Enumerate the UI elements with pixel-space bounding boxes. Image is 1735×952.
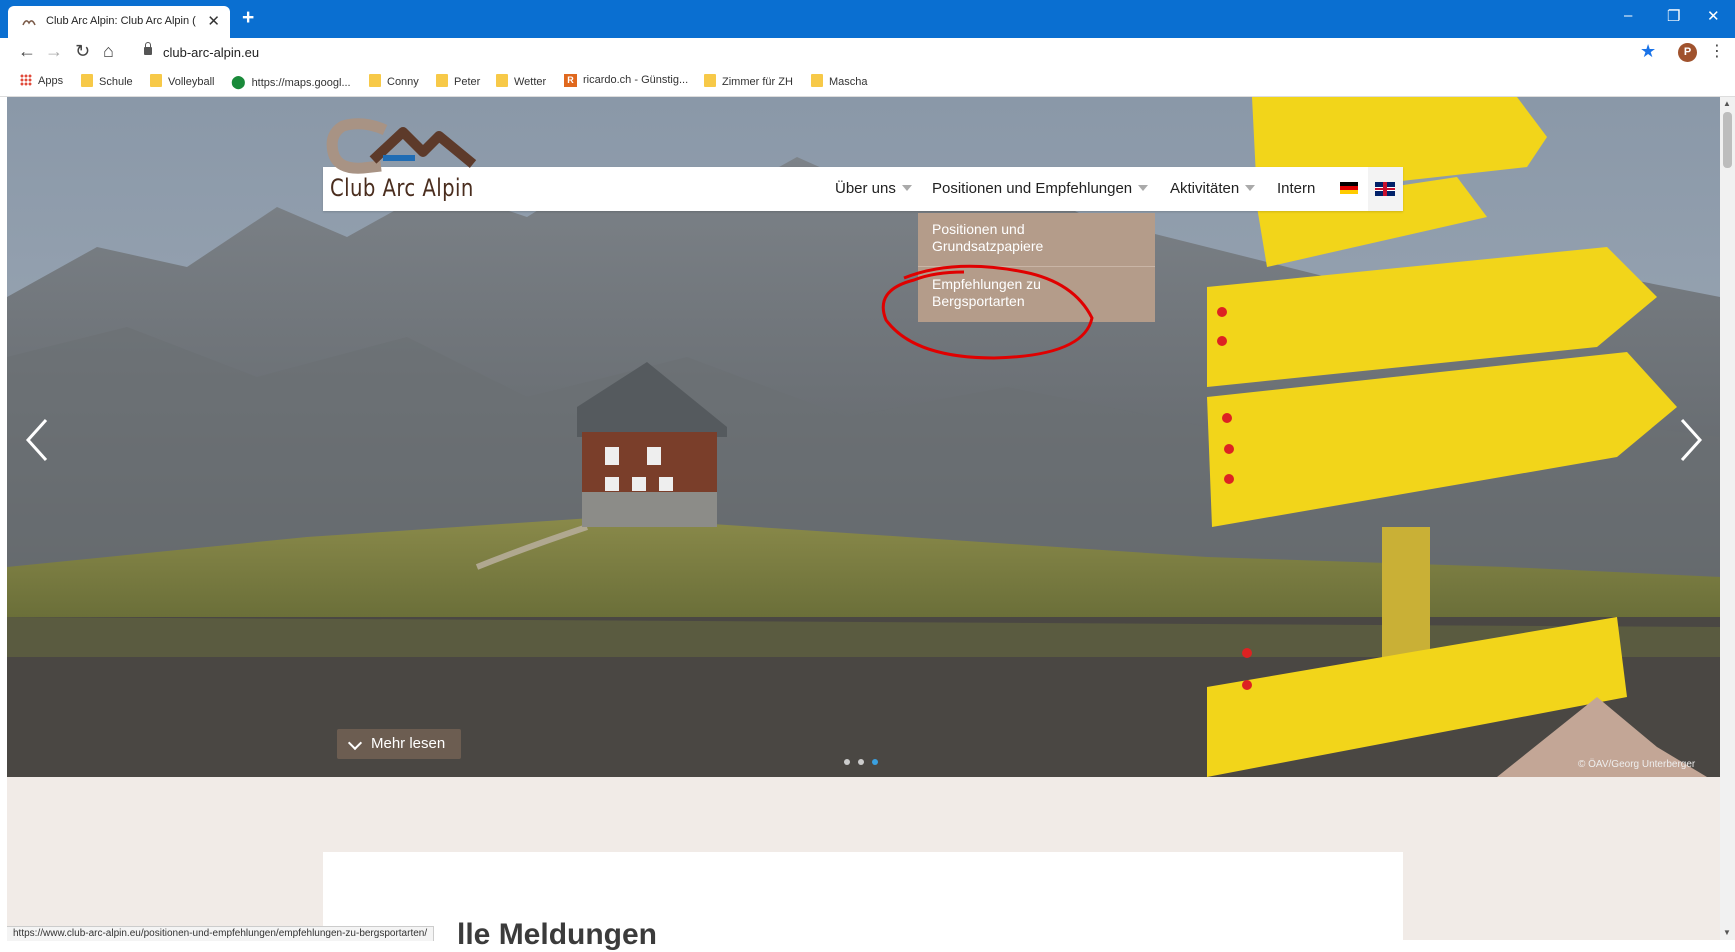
bookmark-conny[interactable]: Conny: [369, 74, 419, 88]
bookmark-zimmer[interactable]: Zimmer für ZH: [704, 74, 793, 88]
close-tab-icon[interactable]: ✕: [207, 12, 220, 30]
bookmark-apps[interactable]: Apps: [20, 74, 63, 87]
folder-icon: [436, 74, 448, 87]
slider-dot-2[interactable]: [858, 759, 864, 765]
chevron-down-icon: [347, 735, 363, 751]
forward-icon[interactable]: →: [45, 41, 63, 62]
bookmark-maps[interactable]: ⬤ https://maps.googl...: [231, 74, 351, 90]
page-scrollbar[interactable]: [1720, 97, 1735, 940]
bookmark-schule[interactable]: Schule: [81, 74, 133, 88]
restore-icon[interactable]: ❐: [1667, 7, 1680, 25]
apps-icon: [20, 74, 32, 86]
close-window-icon[interactable]: ✕: [1707, 7, 1720, 25]
slider-prev-arrow-icon[interactable]: [24, 418, 50, 462]
new-tab-button[interactable]: +: [242, 6, 254, 30]
status-bar-link-preview: https://www.club-arc-alpin.eu/positionen…: [7, 926, 435, 941]
folder-icon: [81, 74, 93, 87]
photo-credit: © ÖAV/Georg Unterberger: [1578, 759, 1696, 770]
dropdown-item-positionen-grundsatzpapiere[interactable]: Positionen und Grundsatzpapiere: [932, 221, 1142, 255]
scrollbar-thumb[interactable]: [1723, 112, 1732, 168]
chevron-down-icon: [901, 185, 912, 191]
mehr-lesen-button[interactable]: Mehr lesen: [337, 729, 461, 759]
site-favicon-icon: [22, 20, 36, 26]
german-flag-icon[interactable]: [1340, 182, 1358, 194]
scroll-down-icon[interactable]: ▼: [1723, 928, 1731, 937]
lock-icon[interactable]: [144, 42, 152, 55]
bookmark-wetter[interactable]: Wetter: [496, 74, 546, 88]
scroll-up-icon[interactable]: ▲: [1723, 99, 1731, 108]
minimize-icon[interactable]: –: [1624, 7, 1632, 24]
back-icon[interactable]: ←: [18, 41, 36, 62]
slider-dot-1[interactable]: [844, 759, 850, 765]
nav-aktivitaeten[interactable]: Aktivitäten: [1170, 180, 1256, 197]
folder-icon: [369, 74, 381, 87]
nav-positionen-und-empfehlungen[interactable]: Positionen und Empfehlungen: [932, 180, 1149, 197]
logo-wordmark[interactable]: Club Arc Alpin: [330, 174, 474, 202]
browser-menu-icon[interactable]: ⋮: [1709, 41, 1725, 61]
folder-icon: [150, 74, 162, 87]
profile-avatar[interactable]: P: [1678, 43, 1697, 62]
chevron-down-icon: [1245, 185, 1256, 191]
bookmark-star-icon[interactable]: ★: [1640, 41, 1656, 62]
reload-icon[interactable]: ↻: [75, 41, 90, 62]
browser-title-bar: Club Arc Alpin: Club Arc Alpin (C ✕ + – …: [0, 0, 1735, 38]
uk-flag-cross: [1375, 188, 1395, 190]
nav-ueber-uns[interactable]: Über uns: [835, 180, 912, 197]
bookmarks-bar: Apps Schule Volleyball ⬤ https://maps.goo…: [0, 68, 1735, 97]
nav-intern[interactable]: Intern: [1277, 180, 1315, 197]
slider-next-arrow-icon[interactable]: [1678, 418, 1704, 462]
browser-tab[interactable]: Club Arc Alpin: Club Arc Alpin (C ✕: [8, 6, 230, 38]
slider-pagination: [844, 752, 886, 770]
folder-icon: [811, 74, 823, 87]
folder-icon: [496, 74, 508, 87]
maps-pin-icon: ⬤: [231, 74, 246, 89]
news-section-heading: lle Meldungen: [457, 918, 658, 951]
red-highlight-circle: [881, 264, 1094, 360]
bookmark-volleyball[interactable]: Volleyball: [150, 74, 214, 88]
folder-icon: [704, 74, 716, 87]
chevron-down-icon: [1138, 185, 1149, 191]
browser-toolbar: ← → ↻ ⌂ club-arc-alpin.eu ★ P ⋮: [0, 38, 1735, 68]
bookmark-ricardo[interactable]: Rricardo.ch - Günstig...: [564, 74, 688, 87]
tab-title: Club Arc Alpin: Club Arc Alpin (C: [46, 15, 196, 27]
bookmark-peter[interactable]: Peter: [436, 74, 480, 88]
ricardo-icon: R: [564, 74, 577, 87]
address-bar[interactable]: club-arc-alpin.eu: [163, 45, 259, 60]
slider-dot-3-active[interactable]: [872, 759, 878, 765]
home-icon[interactable]: ⌂: [103, 41, 114, 62]
bookmark-mascha[interactable]: Mascha: [811, 74, 868, 88]
